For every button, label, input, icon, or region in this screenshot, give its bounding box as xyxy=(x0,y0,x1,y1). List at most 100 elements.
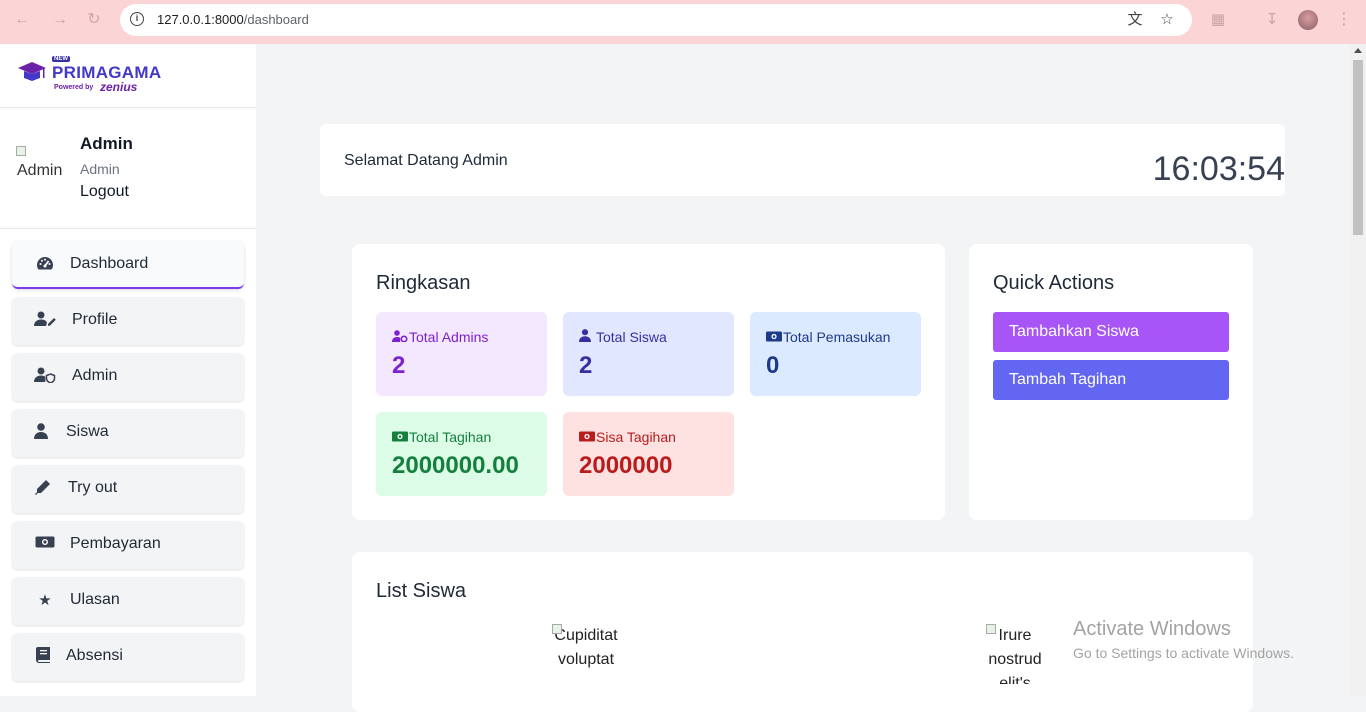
avatar-alt: Admin xyxy=(17,162,63,179)
sidebar-item-try-out[interactable]: Try out xyxy=(12,465,244,513)
quick-actions-card: Quick Actions Tambahkan Siswa Tambah Tag… xyxy=(969,244,1253,520)
extensions-icon[interactable]: ▦ xyxy=(1208,10,1228,30)
money-bill-icon xyxy=(392,430,409,445)
gauge-icon xyxy=(34,255,56,275)
reload-icon[interactable]: ↻ xyxy=(82,8,106,32)
sidebar-item-admin[interactable]: Admin xyxy=(12,353,244,401)
sidebar-item-label: Profile xyxy=(72,311,118,328)
stat-label-text: Total Admins xyxy=(409,329,489,345)
stat-value: 2000000.00 xyxy=(392,452,519,479)
user-gear-icon xyxy=(392,330,409,345)
tambah-tagihan-button[interactable]: Tambah Tagihan xyxy=(993,360,1229,400)
graduation-cap-icon xyxy=(18,62,46,81)
stat-value: 2 xyxy=(579,352,593,379)
student-photo-alt: Cupiditat voluptat xyxy=(554,627,618,668)
stat-total-admins: Total Admins 2 xyxy=(376,312,547,396)
scroll-up-arrow-icon[interactable] xyxy=(1354,48,1362,53)
watermark-title: Activate Windows xyxy=(1073,618,1231,640)
stat-label-text: Total Pemasukan xyxy=(783,329,891,345)
user-pen-icon xyxy=(34,311,56,331)
stat-sisa-tagihan: Sisa Tagihan 2000000 xyxy=(563,412,734,496)
translate-icon[interactable]: 文 xyxy=(1126,11,1144,29)
user-icon xyxy=(579,329,596,345)
brand-powered: Powered by xyxy=(54,84,94,91)
broken-image-icon xyxy=(552,624,562,634)
money-bill-icon xyxy=(579,430,596,445)
summary-title: Ringkasan xyxy=(376,272,471,294)
divider xyxy=(0,107,256,108)
sidebar-item-label: Ulasan xyxy=(70,591,120,608)
stat-total-tagihan: Total Tagihan 2000000.00 xyxy=(376,412,547,496)
stat-value: 2 xyxy=(392,352,406,379)
stat-label-text: Sisa Tagihan xyxy=(596,429,676,445)
sidebar-item-label: Admin xyxy=(72,367,118,384)
sidebar-item-label: Try out xyxy=(68,479,118,496)
quick-actions-title: Quick Actions xyxy=(993,272,1115,294)
browser-toolbar: ← → ↻ i 127.0.0.1:8000/dashboard 文 ☆ ▦ ↧… xyxy=(0,0,1366,44)
user-icon xyxy=(30,423,52,443)
sidebar-item-dashboard[interactable]: Dashboard xyxy=(12,241,244,289)
sidebar-item-label: Pembayaran xyxy=(70,535,161,552)
sidebar-item-pembayaran[interactable]: Pembayaran xyxy=(12,521,244,569)
pen-icon xyxy=(32,479,54,499)
stat-label-text: Total Siswa xyxy=(596,329,667,345)
broken-image-icon xyxy=(16,146,26,156)
user-name: Admin xyxy=(80,134,133,153)
brand-zenius: zenius xyxy=(100,80,138,94)
browser-profile-avatar[interactable] xyxy=(1298,10,1318,30)
url-path: /dashboard xyxy=(243,12,309,27)
scrollbar-thumb[interactable] xyxy=(1353,60,1363,235)
brand-new-badge: NEW xyxy=(52,56,70,62)
download-icon[interactable]: ↧ xyxy=(1262,10,1282,30)
page-scrollbar[interactable] xyxy=(1350,44,1366,696)
stat-total-siswa: Total Siswa 2 xyxy=(563,312,734,396)
windows-activation-watermark: Activate Windows Go to Settings to activ… xyxy=(1073,618,1294,661)
summary-card: Ringkasan Total Admins 2 Total Siswa 2 T… xyxy=(352,244,945,520)
stat-label: Total Pemasukan xyxy=(766,329,890,345)
logout-link[interactable]: Logout xyxy=(80,183,129,201)
back-icon[interactable]: ← xyxy=(10,8,34,32)
stat-label: Sisa Tagihan xyxy=(579,429,676,445)
star-icon: ★ xyxy=(38,592,52,609)
sidebar-item-label: Absensi xyxy=(66,647,123,664)
forward-icon[interactable]: → xyxy=(48,8,72,32)
sidebar-item-absensi[interactable]: Absensi xyxy=(12,633,244,681)
sidebar-item-label: Dashboard xyxy=(70,255,149,272)
money-bill-icon xyxy=(766,330,783,345)
watermark-subtitle: Go to Settings to activate Windows. xyxy=(1073,645,1294,661)
sidebar-menu: Dashboard Profile Admin Siswa Try out Pe… xyxy=(12,241,244,689)
stat-value: 0 xyxy=(766,352,780,379)
stat-label: Total Siswa xyxy=(579,329,667,345)
sidebar-item-profile[interactable]: Profile xyxy=(12,297,244,345)
broken-image-icon xyxy=(986,624,996,634)
sidebar-item-siswa[interactable]: Siswa xyxy=(12,409,244,457)
address-bar[interactable]: i 127.0.0.1:8000/dashboard 文 ☆ xyxy=(120,4,1192,36)
stat-label-text: Total Tagihan xyxy=(409,429,492,445)
site-info-icon[interactable]: i xyxy=(130,12,144,26)
url-host: 127.0.0.1:8000 xyxy=(157,12,244,27)
divider xyxy=(0,228,256,229)
avatar: Admin xyxy=(16,146,66,182)
url-text[interactable]: 127.0.0.1:8000/dashboard xyxy=(157,12,309,27)
book-icon xyxy=(32,647,54,667)
stat-total-pemasukan: Total Pemasukan 0 xyxy=(750,312,921,396)
sidebar: NEW PRIMAGAMA Powered by zenius Admin Ad… xyxy=(0,44,256,696)
student-photo: Irure nostrud elit's xyxy=(986,624,1044,684)
browser-menu-icon[interactable]: ⋮ xyxy=(1336,10,1352,30)
sidebar-item-ulasan[interactable]: ★ Ulasan xyxy=(12,577,244,625)
welcome-banner: Selamat Datang Admin 16:03:54 xyxy=(320,124,1285,196)
student-photo-alt: Irure nostrud elit's xyxy=(988,627,1042,684)
logo[interactable]: NEW PRIMAGAMA Powered by zenius xyxy=(14,54,174,98)
clock: 16:03:54 xyxy=(1152,150,1285,188)
list-siswa-title: List Siswa xyxy=(376,580,467,602)
sidebar-item-label: Siswa xyxy=(66,423,109,440)
money-bill-icon xyxy=(34,535,56,555)
bookmark-star-icon[interactable]: ☆ xyxy=(1158,11,1176,29)
student-photo: Cupiditat voluptat xyxy=(552,624,620,680)
welcome-message: Selamat Datang Admin xyxy=(344,152,508,169)
user-role: Admin xyxy=(80,161,120,177)
tambahkan-siswa-button[interactable]: Tambahkan Siswa xyxy=(993,312,1229,352)
stat-label: Total Tagihan xyxy=(392,429,491,445)
user-shield-icon xyxy=(34,367,56,387)
stat-label: Total Admins xyxy=(392,329,488,345)
